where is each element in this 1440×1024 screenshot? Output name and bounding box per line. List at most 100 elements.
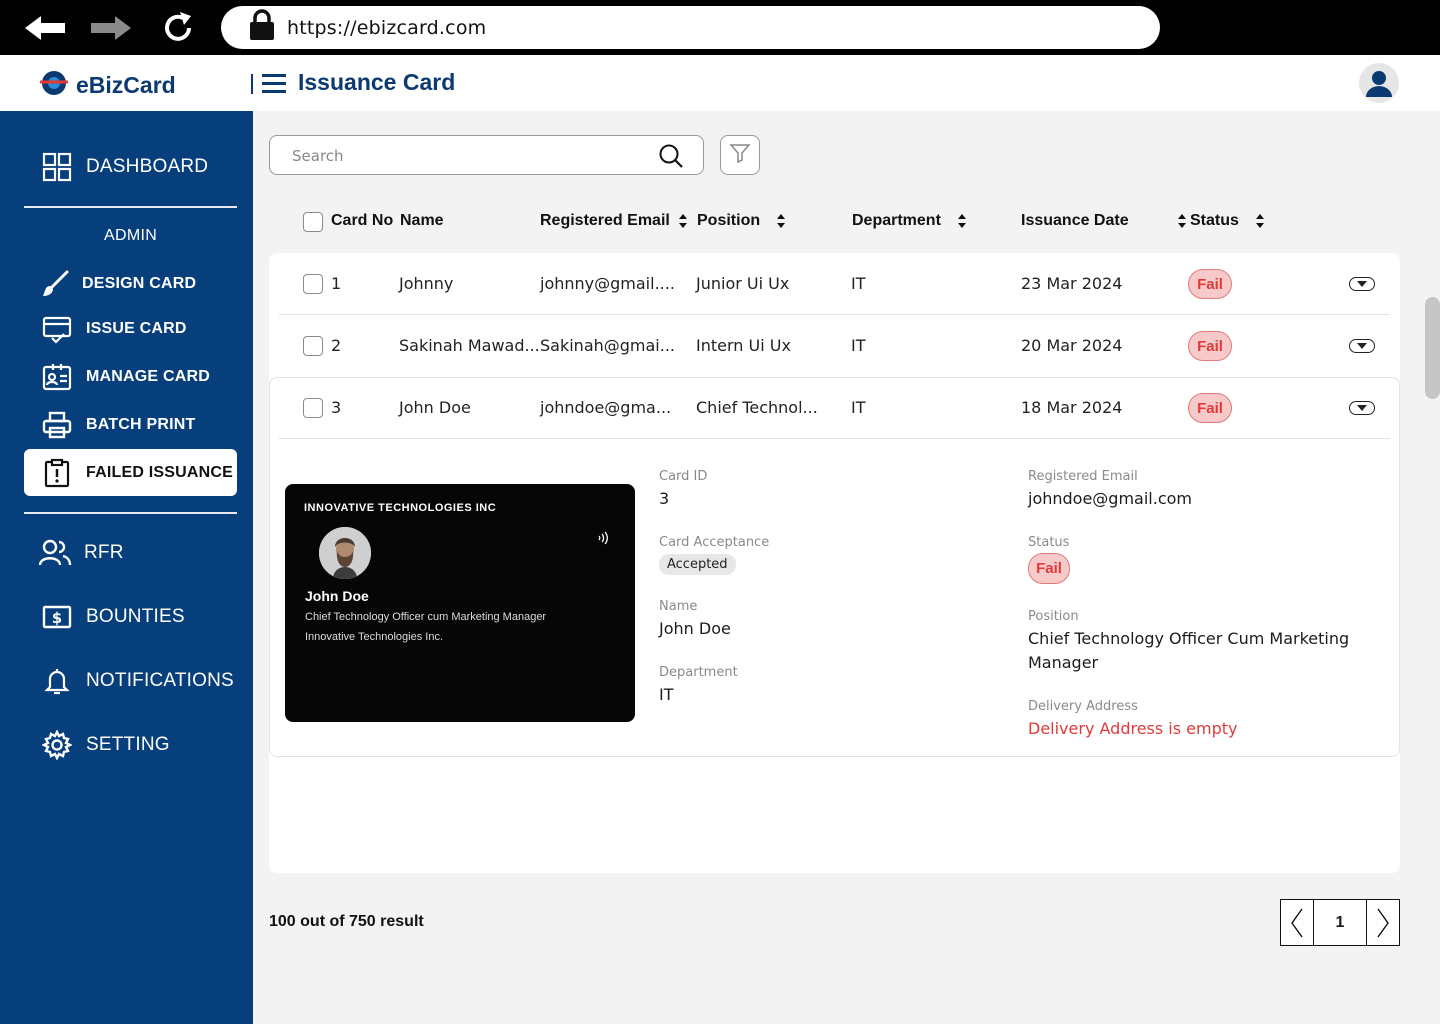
cell-card-no: 3 (331, 398, 342, 417)
table-row[interactable]: 3 John Doe johndoe@gma... Chief Technol.… (269, 377, 1400, 439)
brand-logo[interactable]: eBizCard (40, 69, 176, 102)
app-header: eBizCard Issuance Card (0, 55, 1440, 111)
gear-icon (40, 728, 74, 762)
cell-position: Chief Technol... (696, 398, 818, 417)
column-header-card-no[interactable]: Card No (331, 212, 393, 230)
column-header-email[interactable]: Registered Email (540, 212, 688, 230)
menu-icon[interactable] (262, 72, 286, 99)
cell-department: IT (851, 398, 866, 417)
card-company-name: INNOVATIVE TECHNOLOGIES INC (304, 502, 497, 514)
card-acceptance-label: Card Acceptance (659, 535, 770, 550)
sort-icon (957, 214, 966, 228)
name-label: Name (659, 599, 698, 614)
chevron-down-icon[interactable] (1349, 401, 1375, 415)
filter-funnel-icon (729, 142, 751, 169)
chevron-right-icon[interactable] (1367, 900, 1399, 945)
sidebar-item-notifications[interactable]: NOTIFICATIONS (24, 661, 237, 701)
brush-icon (38, 267, 72, 301)
profile-photo (319, 527, 371, 579)
sidebar-item-setting[interactable]: SETTING (24, 725, 237, 765)
id-card-icon (40, 360, 74, 394)
status-badge: Fail (1028, 553, 1070, 584)
brand-name: eBizCard (76, 72, 176, 98)
reload-icon[interactable] (154, 8, 202, 48)
card-check-icon (40, 312, 74, 346)
cell-email: Sakinah@gmai... (540, 336, 676, 355)
cell-position: Junior Ui Ux (696, 274, 790, 293)
name-value: John Doe (659, 619, 731, 638)
sidebar-item-design-card[interactable]: DESIGN CARD (24, 266, 237, 302)
search-box (269, 135, 704, 175)
status-badge: Fail (1188, 331, 1232, 361)
cell-email: johndoe@gma... (540, 398, 672, 417)
sidebar-item-batch-print[interactable]: BATCH PRINT (24, 407, 237, 443)
back-arrow-icon[interactable] (20, 8, 68, 48)
acceptance-badge: Accepted (659, 554, 736, 575)
chevron-down-icon[interactable] (1349, 339, 1375, 353)
column-header-name[interactable]: Name (400, 212, 444, 230)
row-checkbox[interactable] (303, 274, 323, 294)
ebizcard-logo-icon (40, 69, 68, 102)
status-label: Status (1028, 535, 1070, 550)
email-value: johndoe@gmail.com (1028, 489, 1192, 508)
svg-text:$: $ (52, 609, 62, 627)
forward-arrow-icon[interactable] (88, 8, 136, 48)
position-value: Chief Technology Officer Cum Marketing M… (1028, 629, 1350, 672)
browser-bar: https://ebizcard.com (0, 0, 1440, 55)
select-all-checkbox[interactable] (303, 212, 323, 232)
card-job-title: Chief Technology Officer cum Marketing M… (305, 611, 547, 623)
cell-email: johnny@gmail.... (540, 274, 675, 293)
cell-name: John Doe (399, 398, 471, 417)
column-header-issuance-date[interactable]: Issuance Date (1021, 212, 1187, 230)
printer-icon (40, 408, 74, 442)
users-icon (38, 536, 72, 570)
sort-icon (777, 214, 786, 228)
scrollbar-thumb[interactable] (1425, 297, 1440, 399)
sort-icon (1255, 214, 1264, 228)
card-company-line: Innovative Technologies Inc. (305, 631, 443, 643)
cell-card-no: 2 (331, 336, 342, 355)
row-checkbox[interactable] (303, 336, 323, 356)
business-card-preview: INNOVATIVE TECHNOLOGIES INC John Doe Chi… (285, 484, 635, 722)
table-row[interactable]: 1 Johnny johnny@gmail.... Junior Ui Ux I… (269, 253, 1400, 315)
cell-issuance-date: 23 Mar 2024 (1021, 274, 1123, 293)
bell-icon (40, 664, 74, 698)
sort-icon (1177, 214, 1186, 228)
sidebar-item-rfr[interactable]: RFR (24, 533, 237, 573)
sidebar-item-dashboard[interactable]: DASHBOARD (24, 147, 237, 187)
cell-position: Intern Ui Ux (696, 336, 791, 355)
cell-card-no: 1 (331, 274, 342, 293)
search-icon[interactable] (658, 143, 684, 174)
card-id-value: 3 (659, 489, 670, 508)
address-bar[interactable]: https://ebizcard.com (221, 6, 1160, 49)
card-id-label: Card ID (659, 469, 708, 484)
nfc-icon (597, 530, 611, 551)
sidebar-item-issue-card[interactable]: ISSUE CARD (24, 311, 237, 347)
cell-issuance-date: 18 Mar 2024 (1021, 398, 1123, 417)
email-label: Registered Email (1028, 469, 1138, 484)
status-badge: Fail (1188, 393, 1232, 423)
search-input[interactable] (292, 145, 642, 167)
sidebar-item-manage-card[interactable]: MANAGE CARD (24, 359, 237, 395)
chevron-down-icon[interactable] (1349, 277, 1375, 291)
delivery-address-value: Delivery Address is empty (1028, 719, 1238, 738)
cell-issuance-date: 20 Mar 2024 (1021, 336, 1123, 355)
row-divider (279, 438, 1390, 439)
cell-department: IT (851, 274, 866, 293)
alert-clipboard-icon (40, 456, 74, 490)
department-value: IT (659, 685, 674, 704)
url-text: https://ebizcard.com (287, 16, 487, 39)
chevron-left-icon[interactable] (1281, 900, 1313, 945)
filter-button[interactable] (720, 135, 760, 175)
current-page[interactable]: 1 (1313, 900, 1367, 945)
column-header-status[interactable]: Status (1190, 212, 1265, 230)
column-header-department[interactable]: Department (852, 212, 967, 230)
cell-name: Sakinah Mawad... (399, 336, 540, 355)
row-checkbox[interactable] (303, 398, 323, 418)
sidebar-item-failed-issuance[interactable]: FAILED ISSUANCE (24, 449, 237, 496)
user-avatar-icon[interactable] (1359, 63, 1399, 103)
table-row[interactable]: 2 Sakinah Mawad... Sakinah@gmai... Inter… (269, 315, 1400, 377)
sidebar-item-bounties[interactable]: $ BOUNTIES (24, 597, 237, 637)
column-header-position[interactable]: Position (697, 212, 786, 230)
section-label: ADMIN (104, 227, 158, 244)
